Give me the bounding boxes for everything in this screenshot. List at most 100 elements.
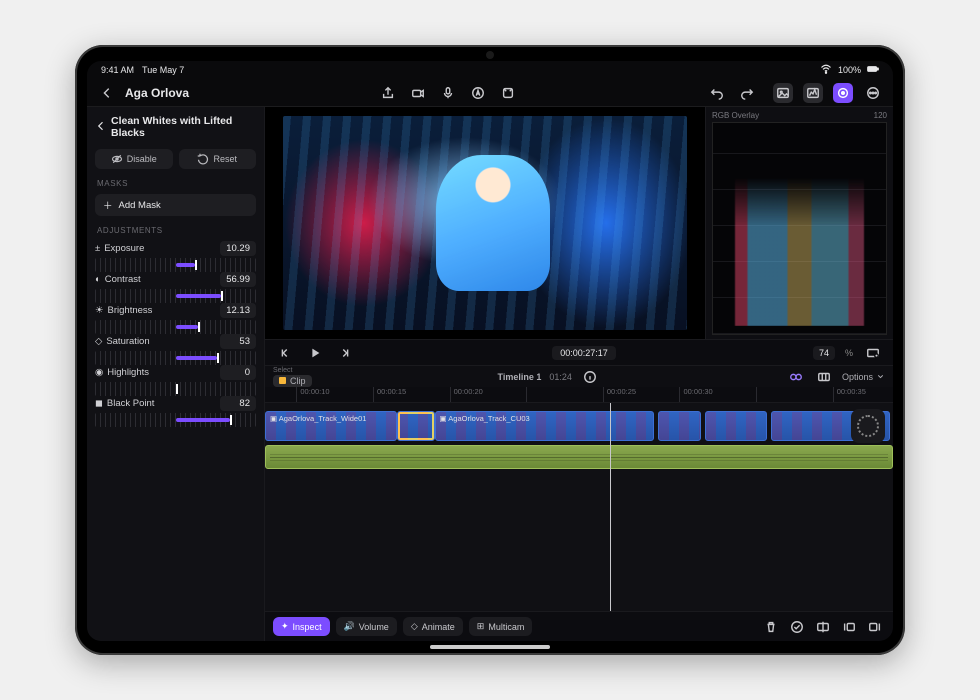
rgb-waveform-scope[interactable] — [712, 122, 887, 335]
status-time: 9:41 AM — [101, 65, 134, 75]
adjustment-value[interactable]: 56.99 — [220, 272, 256, 287]
media-icon[interactable] — [498, 83, 518, 103]
adjustment-icon: ◐ — [95, 274, 101, 285]
masks-section-label: MASKS — [95, 175, 256, 188]
ruler-tick: 00:00:15 — [373, 387, 406, 402]
redo-icon[interactable] — [737, 83, 757, 103]
adjustment-value[interactable]: 10.29 — [220, 241, 256, 256]
timeline-duration: 01:24 — [549, 372, 572, 382]
options-button[interactable]: Options — [842, 372, 885, 382]
inspector-toggle-icon[interactable] — [833, 83, 853, 103]
adjustment-label: Black Point — [107, 398, 155, 409]
adjustment-icon: ◼ — [95, 398, 103, 409]
next-frame-button[interactable] — [335, 343, 355, 363]
viewer-frame — [283, 116, 688, 329]
adjustment-slider[interactable] — [95, 351, 256, 365]
split-icon[interactable] — [813, 617, 833, 637]
adjustment-exposure: ± Exposure 10.29 — [95, 241, 256, 272]
inspect-tab[interactable]: ✦Inspect — [273, 617, 330, 636]
adjustment-value[interactable]: 12.13 — [220, 303, 256, 318]
status-bar: 9:41 AM Tue May 7 100% — [87, 61, 893, 79]
back-button[interactable] — [97, 83, 117, 103]
snapping-icon[interactable] — [814, 367, 834, 387]
scope-max: 120 — [874, 111, 887, 120]
camera-icon[interactable] — [408, 83, 428, 103]
adjustments-section-label: ADJUSTMENTS — [95, 222, 256, 235]
disable-button[interactable]: Disable — [95, 149, 173, 169]
adjustment-slider[interactable] — [95, 382, 256, 396]
animate-tab[interactable]: ◇Animate — [403, 617, 463, 636]
adjustment-label: Saturation — [106, 336, 149, 347]
ruler-tick: 00:00:10 — [296, 387, 329, 402]
project-title: Aga Orlova — [125, 86, 189, 100]
more-icon[interactable] — [863, 83, 883, 103]
trim-end-icon[interactable] — [865, 617, 885, 637]
share-icon[interactable] — [378, 83, 398, 103]
video-clip[interactable] — [397, 411, 435, 441]
adjustment-icon: ◇ — [95, 336, 102, 347]
adjustment-slider[interactable] — [95, 320, 256, 334]
reset-button[interactable]: Reset — [179, 149, 257, 169]
play-button[interactable] — [305, 343, 325, 363]
battery-icon — [867, 63, 879, 77]
select-mode-label: Select — [273, 367, 312, 374]
adjustment-black-point: ◼ Black Point 82 — [95, 396, 256, 427]
undo-icon[interactable] — [707, 83, 727, 103]
video-track: ▣ AgaOrlova_Track_Wide01 ▣ AgaOrlova_Trac… — [265, 411, 893, 441]
adjustment-value[interactable]: 82 — [220, 396, 256, 411]
plus-icon: ＋ — [103, 198, 113, 212]
display-options-icon[interactable] — [863, 343, 883, 363]
zoom-unit: % — [845, 348, 853, 358]
transport-bar: 00:00:27:17 74 % — [265, 339, 893, 365]
prev-frame-button[interactable] — [275, 343, 295, 363]
volume-tab[interactable]: 🔊Volume — [336, 617, 397, 636]
enable-icon[interactable] — [787, 617, 807, 637]
ruler-tick — [756, 387, 760, 402]
add-mask-button[interactable]: ＋ Add Mask — [95, 194, 256, 216]
magnetic-icon[interactable] — [786, 367, 806, 387]
scope-label: RGB Overlay — [712, 111, 759, 120]
adjustment-slider[interactable] — [95, 413, 256, 427]
multicam-tab[interactable]: ⊞Multicam — [469, 617, 533, 636]
scopes-icon[interactable] — [803, 83, 823, 103]
video-clip[interactable]: ▣ AgaOrlova_Track_CU03 — [435, 411, 655, 441]
clip-chip[interactable]: Clip — [273, 375, 312, 387]
adjustment-slider[interactable] — [95, 289, 256, 303]
bottom-bar: ✦Inspect 🔊Volume ◇Animate ⊞Multicam — [265, 611, 893, 641]
adjustment-value[interactable]: 0 — [220, 365, 256, 380]
video-clip[interactable] — [658, 411, 702, 441]
trim-start-icon[interactable] — [839, 617, 859, 637]
delete-icon[interactable] — [761, 617, 781, 637]
status-date: Tue May 7 — [142, 65, 184, 75]
photo-browser-icon[interactable] — [773, 83, 793, 103]
top-toolbar: Aga Orlova — [87, 79, 893, 107]
timeline-ruler[interactable]: 00:00:1000:00:1500:00:2000:00:2500:00:30… — [265, 387, 893, 403]
video-clip[interactable] — [705, 411, 768, 441]
adjustment-value[interactable]: 53 — [220, 334, 256, 349]
ruler-tick: 00:00:20 — [450, 387, 483, 402]
adjustment-contrast: ◐Contrast56.99 — [95, 272, 256, 303]
battery-pct: 100% — [838, 65, 861, 75]
text-icon[interactable] — [468, 83, 488, 103]
adjustment-saturation: ◇ Saturation 53 — [95, 334, 256, 365]
playhead[interactable] — [610, 403, 611, 611]
ruler-tick: 00:00:30 — [679, 387, 712, 402]
timeline-info-icon[interactable] — [580, 367, 600, 387]
video-clip[interactable]: ▣ AgaOrlova_Track_Wide01 — [265, 411, 397, 441]
timeline-header: Select Clip Timeline 1 01:24 Options — [265, 365, 893, 387]
timeline[interactable]: ▣ AgaOrlova_Track_Wide01 ▣ AgaOrlova_Trac… — [265, 403, 893, 611]
video-viewer[interactable] — [265, 107, 705, 339]
zoom-value[interactable]: 74 — [813, 346, 835, 360]
jog-wheel[interactable] — [851, 409, 885, 443]
effect-title: Clean Whites with Lifted Blacks — [111, 115, 256, 139]
timeline-name: Timeline 1 — [498, 372, 542, 382]
adjustment-label: Exposure — [104, 243, 144, 254]
adjustment-slider[interactable] — [95, 258, 256, 272]
adjustment-label: Brightness — [108, 305, 153, 316]
timecode-display[interactable]: 00:00:27:17 — [552, 346, 616, 360]
adjustment-icon: ± — [95, 243, 100, 254]
audio-clip[interactable] — [265, 445, 893, 469]
voiceover-icon[interactable] — [438, 83, 458, 103]
ruler-tick: 00:00:35 — [833, 387, 866, 402]
inspector-back-button[interactable] — [95, 120, 107, 135]
